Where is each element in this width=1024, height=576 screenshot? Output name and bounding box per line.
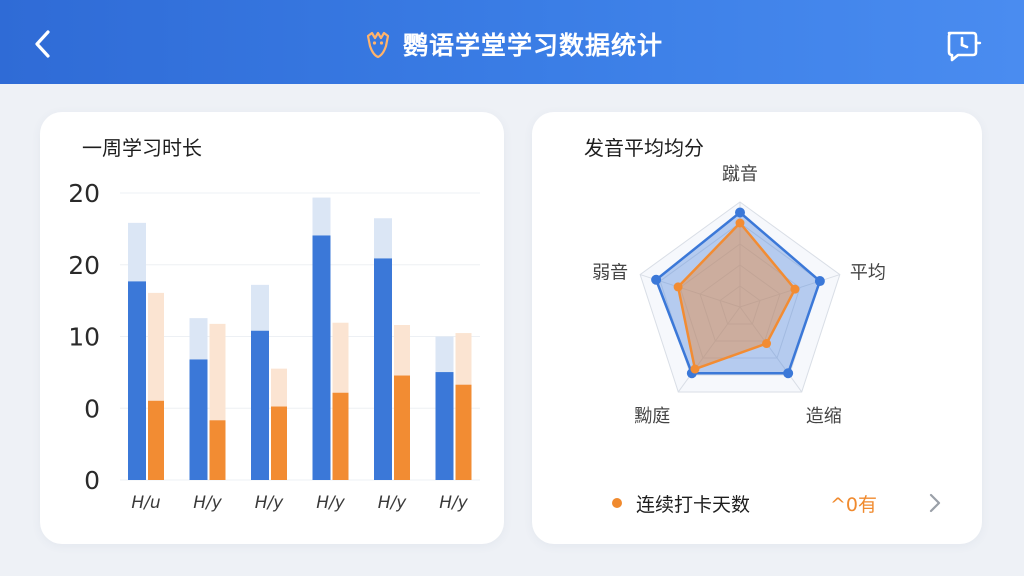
radar-point <box>790 284 800 294</box>
x-tick-label: H/y <box>439 493 469 513</box>
bar-orange <box>148 400 164 480</box>
page-title: 鹦语学堂学习数据统计 <box>402 31 663 60</box>
bar-orange <box>209 420 226 480</box>
radar-point <box>762 339 772 349</box>
radar-axis-label: 黝庭 <box>634 406 670 427</box>
app-header: 鹦语学堂学习数据统计 <box>0 0 1024 84</box>
y-tick-label: 10 <box>68 323 100 352</box>
bar-blue <box>251 330 269 480</box>
bar-blue <box>189 359 208 480</box>
pronunciation-radar-chart: 蹴音平均造缩 黝庭 弱音 <box>592 164 886 427</box>
bar-orange <box>332 392 349 480</box>
bar-blue <box>128 281 146 480</box>
chevron-right-icon <box>929 493 941 513</box>
radar-point <box>735 207 745 218</box>
x-tick-label: H/y <box>378 493 408 513</box>
radar-point <box>651 274 662 285</box>
y-tick-label: 0 <box>84 466 100 495</box>
bar-orange <box>394 375 410 480</box>
checkin-days-value: ^0有 <box>830 493 878 516</box>
radar-axis-label: 弱音 <box>592 263 628 284</box>
radar-point <box>690 364 700 374</box>
title-bar: 鹦语学堂学习数据统计 <box>0 24 1024 64</box>
radar-point <box>814 276 825 287</box>
y-tick-label: 20 <box>68 179 100 208</box>
radar-point <box>783 368 794 379</box>
x-tick-label: H/y <box>316 493 346 513</box>
x-tick-label: H/y <box>255 493 285 513</box>
bar-blue <box>435 372 454 480</box>
y-tick-label: 0 <box>84 394 100 423</box>
bar-blue <box>374 258 392 480</box>
bar-blue <box>312 235 331 480</box>
checkin-days-row[interactable]: 连续打卡天数 ^0有 <box>612 486 952 520</box>
bar-orange <box>455 384 472 480</box>
orange-dot-icon <box>612 498 622 508</box>
x-tick-label: H/y <box>193 493 223 513</box>
checkin-days-label: 连续打卡天数 <box>636 493 751 516</box>
weekly-study-chart: 20 20 10 0 0 H/u H/y H/y H/y H/y H/y <box>68 179 480 513</box>
chat-clock-icon <box>947 31 982 62</box>
bar-orange <box>271 406 287 480</box>
x-tick-label: H/u <box>131 493 161 513</box>
radar-axis-label: 造缩 <box>806 406 842 427</box>
y-tick-label: 20 <box>68 251 100 280</box>
pronunciation-title: 发音平均均分 <box>584 136 704 160</box>
radar-axis-label: 蹴音 <box>722 164 758 185</box>
radar-axis-label: 平均 <box>850 263 886 284</box>
parrot-logo-icon <box>366 31 390 59</box>
weekly-study-title: 一周学习时长 <box>82 136 202 160</box>
chat-clock-button[interactable] <box>944 28 982 64</box>
radar-point <box>673 282 683 292</box>
radar-point <box>735 218 745 228</box>
